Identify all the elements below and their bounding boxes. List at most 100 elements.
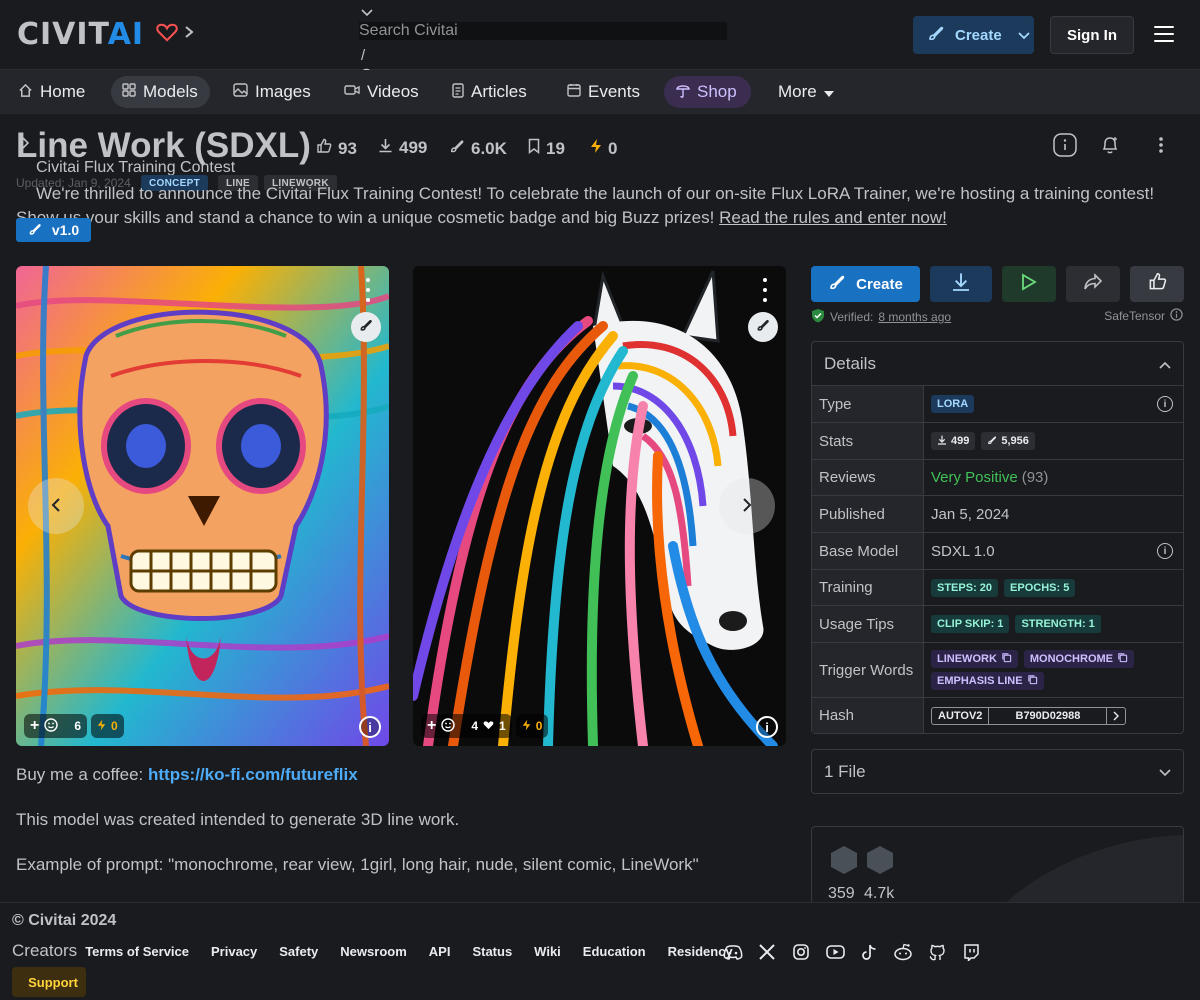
card-menu-icon[interactable] — [756, 278, 774, 302]
row-value: SDXL 1.0 i — [924, 533, 1183, 569]
more-options-button[interactable] — [1148, 134, 1174, 160]
footer-link-education[interactable]: Education — [583, 944, 646, 959]
footer-link-terms[interactable]: Terms of Service — [85, 944, 189, 959]
search-input[interactable] — [359, 22, 727, 40]
trigger-word-chip[interactable]: EMPHASIS LINE — [931, 672, 1044, 690]
share-button[interactable] — [1066, 266, 1120, 302]
info-icon[interactable]: i — [1157, 543, 1173, 559]
support-button[interactable]: Support — [12, 967, 86, 997]
comment-count: 6 — [74, 719, 82, 733]
row-value: LORA i — [924, 386, 1183, 422]
carousel-prev-button[interactable] — [28, 478, 84, 534]
notify-button[interactable] — [1097, 134, 1123, 160]
followers-count: 359 — [828, 885, 855, 902]
bookmarks-count: 19 — [546, 138, 565, 158]
contest-banner: We're thrilled to announce the Civitai F… — [16, 182, 1186, 230]
top-header: CIVITAI / Create Sign In — [0, 0, 1200, 84]
buzz-count: 0 — [111, 719, 118, 733]
image-info-icon[interactable]: i — [756, 716, 778, 738]
card-menu-icon[interactable] — [359, 278, 377, 302]
reactions-pill[interactable]: + 4 1 — [421, 714, 512, 738]
reddit-icon[interactable] — [892, 941, 914, 963]
footer-link-creators[interactable]: Creators — [12, 941, 77, 961]
generations-stat[interactable]: 6.0K — [449, 138, 507, 159]
instagram-icon[interactable] — [790, 941, 812, 963]
footer: © Civitai 2024 Creators Terms of Service… — [0, 902, 1200, 1000]
footer-link-newsroom[interactable]: Newsroom — [340, 944, 406, 959]
nav-home[interactable]: Home — [10, 76, 93, 108]
nav-videos[interactable]: Videos — [336, 76, 427, 108]
downloads-stat[interactable]: 499 — [378, 138, 427, 158]
download-button[interactable] — [930, 266, 992, 302]
nav-more[interactable]: More — [770, 76, 842, 108]
buzz-pill[interactable]: 0 — [515, 714, 549, 738]
brush-icon — [28, 222, 42, 239]
contest-rules-link[interactable]: Read the rules and enter now! — [719, 208, 947, 227]
bolt-icon — [590, 138, 602, 159]
bookmarks-stat[interactable]: 19 — [528, 138, 565, 159]
remix-button[interactable] — [748, 312, 778, 342]
reactions-pill[interactable]: + 6 — [24, 714, 88, 738]
image-info-icon[interactable]: i — [359, 716, 381, 738]
sign-in-button[interactable]: Sign In — [1050, 16, 1134, 54]
description-line-2: Example of prompt: "monochrome, rear vie… — [16, 855, 699, 874]
nav-label: Events — [588, 82, 640, 101]
kofi-link[interactable]: https://ko-fi.com/futureflix — [148, 765, 358, 784]
x-twitter-icon[interactable] — [756, 941, 778, 963]
create-dropdown-button[interactable]: Create — [913, 16, 1034, 54]
likes-stat[interactable]: 93 — [316, 138, 357, 159]
nav-shop[interactable]: Shop — [664, 76, 751, 108]
nav-label: Articles — [471, 82, 527, 101]
verified-date-link[interactable]: 8 months ago — [878, 310, 951, 324]
nav-label: Home — [40, 82, 86, 101]
trigger-word-chip[interactable]: LINEWORK — [931, 650, 1018, 668]
row-value: CLIP SKIP: 1 STRENGTH: 1 — [924, 606, 1183, 642]
safetensor-info[interactable]: SafeTensor — [1104, 308, 1183, 324]
details-header[interactable]: Details — [812, 342, 1183, 386]
like-button[interactable] — [1130, 266, 1184, 302]
play-button[interactable] — [1002, 266, 1056, 302]
heart-icon[interactable] — [156, 22, 178, 47]
download-icon — [378, 138, 393, 158]
comment-count: 4 — [471, 719, 479, 733]
files-panel[interactable]: 1 File — [811, 749, 1184, 794]
chevron-right-icon[interactable] — [184, 25, 194, 44]
buzz-pill[interactable]: 0 — [91, 714, 124, 738]
video-icon — [344, 84, 360, 100]
footer-link-api[interactable]: API — [429, 944, 451, 959]
discord-icon[interactable] — [722, 941, 744, 963]
youtube-icon[interactable] — [824, 941, 846, 963]
nav-images[interactable]: Images — [225, 76, 319, 108]
civitai-logo[interactable]: CIVITAI — [17, 17, 194, 52]
nav-models[interactable]: Models — [111, 76, 210, 108]
footer-link-wiki[interactable]: Wiki — [534, 944, 561, 959]
brush-icon — [756, 318, 770, 337]
hash-box[interactable]: AUTOV2 B790D02988 — [931, 706, 1127, 725]
footer-link-status[interactable]: Status — [472, 944, 512, 959]
carousel-next-button[interactable] — [719, 478, 775, 534]
trigger-word: MONOCHROME — [1029, 653, 1113, 665]
buzz-stat[interactable]: 0 — [590, 138, 617, 159]
info-button[interactable] — [1052, 132, 1078, 160]
version-badge[interactable]: v1.0 — [16, 218, 91, 242]
row-value[interactable]: Very Positive (93) — [924, 460, 1183, 495]
hamburger-menu-icon[interactable] — [1154, 26, 1174, 44]
trigger-word-chip[interactable]: MONOCHROME — [1023, 650, 1134, 668]
footer-link-safety[interactable]: Safety — [279, 944, 318, 959]
row-label: Published — [812, 496, 924, 532]
row-label: Base Model — [812, 533, 924, 569]
download-icon — [951, 272, 971, 297]
create-button[interactable]: Create — [811, 266, 920, 302]
chevron-down-icon[interactable] — [361, 4, 373, 22]
tiktok-icon[interactable] — [858, 941, 880, 963]
remix-button[interactable] — [351, 312, 381, 342]
nav-articles[interactable]: Articles — [444, 76, 535, 108]
files-label: 1 File — [824, 761, 866, 781]
thumb-up-icon — [316, 138, 332, 159]
twitch-icon[interactable] — [960, 941, 982, 963]
create-label: Create — [856, 275, 903, 293]
footer-link-privacy[interactable]: Privacy — [211, 944, 257, 959]
nav-events[interactable]: Events — [559, 76, 648, 108]
github-icon[interactable] — [926, 941, 948, 963]
info-icon[interactable]: i — [1157, 396, 1173, 412]
